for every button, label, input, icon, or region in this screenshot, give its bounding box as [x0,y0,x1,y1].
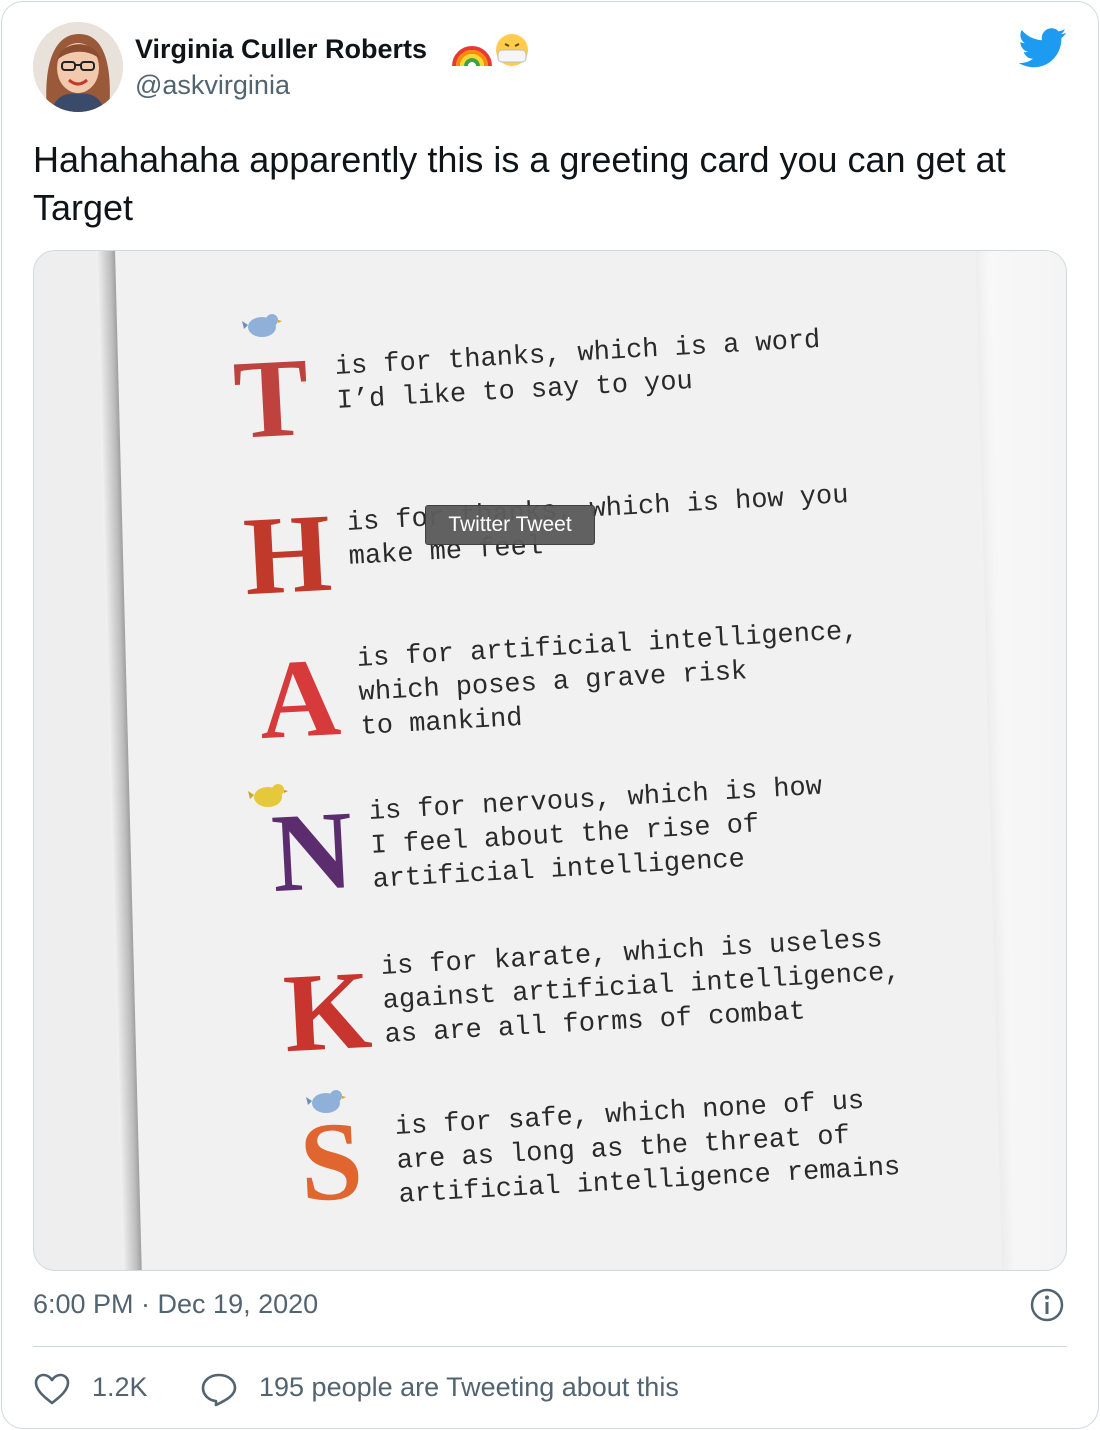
card-letter-a: A [255,634,344,764]
author-name[interactable]: Virginia Culler Roberts [135,34,427,65]
heart-icon[interactable] [33,1371,71,1407]
card-letter-s: S [296,1098,366,1226]
card-letter-t: T [230,335,312,463]
info-icon[interactable] [1029,1287,1065,1323]
blue-bird-icon [242,314,282,337]
avatar-portrait [33,22,123,112]
card-letter-n: N [268,787,357,917]
author-handle[interactable]: @askvirginia [135,70,290,101]
avatar[interactable] [33,22,123,112]
tweet-media-image[interactable]: T is for thanks, which is a word I’d lik… [33,250,1067,1271]
rainbow-icon [452,46,492,67]
yellow-bird-icon [248,784,288,807]
reply-bubble-icon[interactable] [200,1371,238,1407]
tweet-timestamp[interactable]: 6:00 PM · Dec 19, 2020 [33,1289,318,1320]
blue-bird-icon [306,1090,346,1113]
tooltip: Twitter Tweet [425,505,595,545]
reply-count-text[interactable]: 195 people are Tweeting about this [259,1372,679,1403]
card-letter-h: H [240,490,335,620]
face-with-medical-mask-icon [496,34,528,66]
card-letter-k: K [280,947,375,1077]
twitter-bird-icon[interactable] [1019,28,1067,68]
name-emoji-icons [452,34,528,67]
like-count[interactable]: 1.2K [92,1372,148,1403]
divider [33,1346,1067,1347]
tweet-text: Hahahahaha apparently this is a greeting… [33,139,1006,228]
